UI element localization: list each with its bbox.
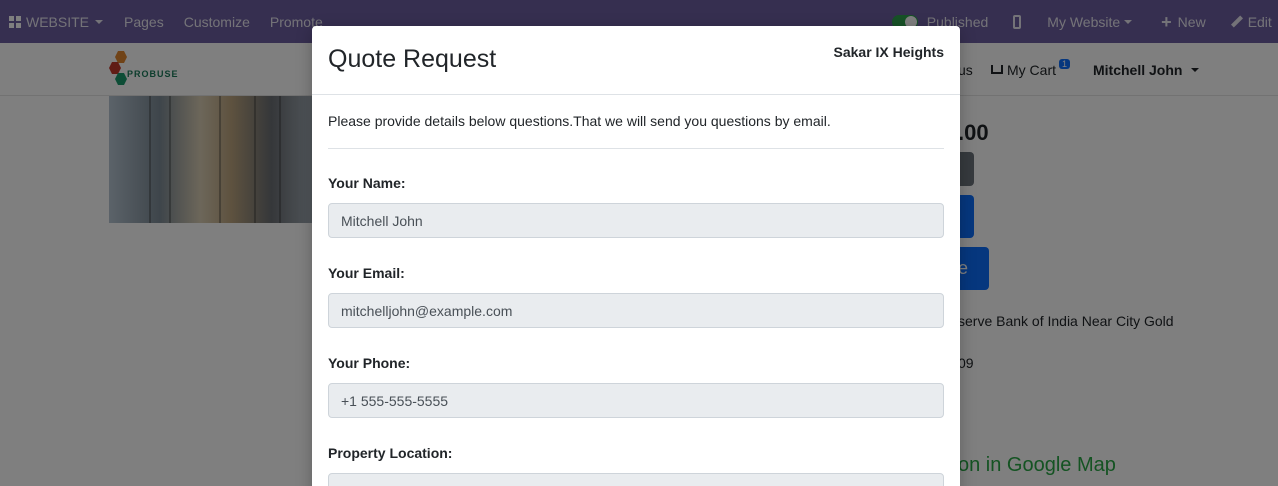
modal-body: Please provide details below questions.T… <box>312 95 960 486</box>
intro-text: Please provide details below questions.T… <box>328 111 944 149</box>
modal-title: Quote Request <box>328 45 497 73</box>
email-label: Your Email: <box>328 265 405 281</box>
name-label: Your Name: <box>328 175 406 191</box>
phone-field[interactable] <box>328 383 944 418</box>
quote-request-modal: Quote Request Sakar IX Heights Please pr… <box>312 26 960 486</box>
phone-label: Your Phone: <box>328 355 411 371</box>
property-name: Sakar IX Heights <box>833 44 945 60</box>
name-field[interactable] <box>328 203 944 238</box>
property-location-field[interactable] <box>328 473 944 486</box>
email-field[interactable] <box>328 293 944 328</box>
property-location-label: Property Location: <box>328 445 453 461</box>
modal-header: Quote Request Sakar IX Heights <box>312 26 960 95</box>
